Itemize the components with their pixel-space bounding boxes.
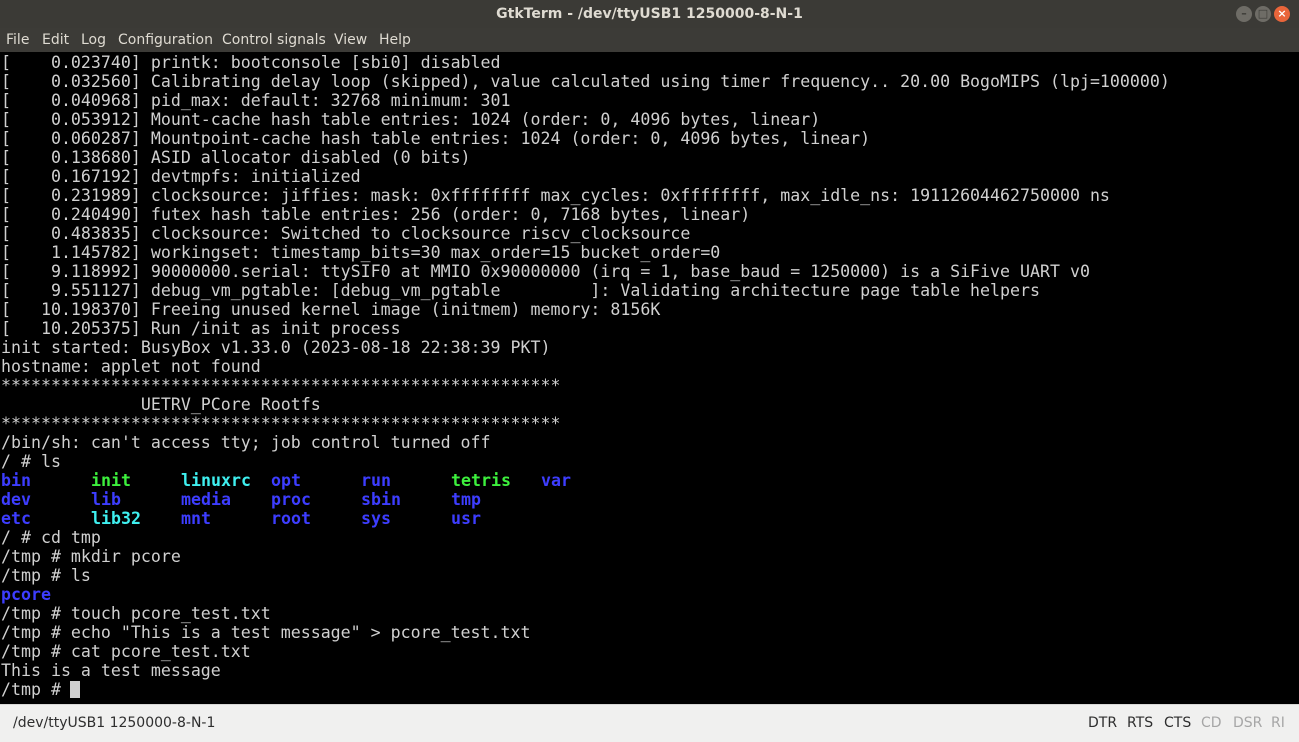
signal-rts: RTS	[1127, 715, 1154, 731]
signal-cd: CD	[1201, 715, 1222, 731]
ls-entry: etc	[1, 509, 31, 528]
ls-entry: bin	[1, 471, 31, 490]
menu-view[interactable]: View	[334, 32, 367, 48]
terminal-line: [ 10.198370] Freeing unused kernel image…	[1, 300, 661, 319]
ls-entry: run	[361, 471, 391, 490]
menu-bar: File Edit Log Configuration Control sign…	[0, 28, 1299, 52]
ls-entry: linuxrc	[181, 471, 251, 490]
window-controls: – □ ×	[1236, 6, 1290, 22]
terminal-line: [ 0.231989] clocksource: jiffies: mask: …	[1, 186, 1110, 205]
terminal-line: [ 1.145782] workingset: timestamp_bits=3…	[1, 243, 721, 262]
terminal-line: This is a test message	[1, 661, 221, 680]
terminal-line: ****************************************…	[1, 414, 561, 433]
terminal-prompt: /tmp #	[1, 680, 71, 699]
terminal-line: ****************************************…	[1, 376, 561, 395]
minimize-icon[interactable]: –	[1236, 6, 1252, 22]
terminal-line: [ 0.023740] printk: bootconsole [sbi0] d…	[1, 53, 501, 72]
menu-file[interactable]: File	[6, 32, 29, 48]
terminal-line: [ 0.138680] ASID allocator disabled (0 b…	[1, 148, 471, 167]
signal-ri: RI	[1271, 715, 1285, 731]
terminal-line: [ 0.040968] pid_max: default: 32768 mini…	[1, 91, 511, 110]
title-bar: GtkTerm - /dev/ttyUSB1 1250000-8-N-1 – □…	[0, 0, 1299, 28]
status-bar: /dev/ttyUSB1 1250000-8-N-1 DTR RTS CTS C…	[0, 704, 1299, 742]
ls-entry: usr	[451, 509, 481, 528]
window-title: GtkTerm - /dev/ttyUSB1 1250000-8-N-1	[496, 6, 803, 22]
port-settings: /dev/ttyUSB1 1250000-8-N-1	[13, 715, 216, 731]
signal-dsr: DSR	[1233, 715, 1263, 731]
ls-entry: tmp	[451, 490, 481, 509]
ls-entry: var	[541, 471, 571, 490]
cursor	[70, 681, 80, 698]
ls-entry: proc	[271, 490, 311, 509]
terminal-line: /bin/sh: can't access tty; job control t…	[1, 433, 491, 452]
ls-entry: media	[181, 490, 231, 509]
terminal-line: [ 0.053912] Mount-cache hash table entri…	[1, 110, 821, 129]
terminal-line: [ 0.167192] devtmpfs: initialized	[1, 167, 361, 186]
ls-entry: sys	[361, 509, 391, 528]
terminal-line: /tmp # cat pcore_test.txt	[1, 642, 251, 661]
ls-entry: mnt	[181, 509, 211, 528]
ls-entry: tetris	[451, 471, 511, 490]
close-icon[interactable]: ×	[1274, 6, 1290, 22]
terminal-line: init started: BusyBox v1.33.0 (2023-08-1…	[1, 338, 551, 357]
terminal-output[interactable]: [ 0.023740] printk: bootconsole [sbi0] d…	[0, 52, 1299, 704]
terminal-line: UETRV_PCore Rootfs	[1, 395, 321, 414]
terminal-line: [ 0.032560] Calibrating delay loop (skip…	[1, 72, 1170, 91]
menu-edit[interactable]: Edit	[42, 32, 69, 48]
ls-entry: pcore	[1, 585, 51, 604]
menu-configuration[interactable]: Configuration	[118, 32, 213, 48]
ls-entry: root	[271, 509, 311, 528]
terminal-line: [ 0.240490] futex hash table entries: 25…	[1, 205, 751, 224]
terminal-line: / # cd tmp	[1, 528, 101, 547]
maximize-icon[interactable]: □	[1255, 6, 1271, 22]
signal-cts: CTS	[1164, 715, 1192, 731]
menu-log[interactable]: Log	[81, 32, 106, 48]
menu-control-signals[interactable]: Control signals	[222, 32, 326, 48]
menu-help[interactable]: Help	[379, 32, 411, 48]
terminal-line: [ 0.483835] clocksource: Switched to clo…	[1, 224, 691, 243]
ls-entry: opt	[271, 471, 301, 490]
terminal-line: [ 10.205375] Run /init as init process	[1, 319, 401, 338]
terminal-line: / # ls	[1, 452, 61, 471]
terminal-line: /tmp # echo "This is a test message" > p…	[1, 623, 531, 642]
ls-entry: dev	[1, 490, 31, 509]
terminal-line: [ 0.060287] Mountpoint-cache hash table …	[1, 129, 871, 148]
ls-entry: init	[91, 471, 131, 490]
ls-entry: sbin	[361, 490, 401, 509]
ls-entry: lib32	[91, 509, 141, 528]
terminal-line: /tmp # touch pcore_test.txt	[1, 604, 271, 623]
terminal-line: [ 9.118992] 90000000.serial: ttySIF0 at …	[1, 262, 1090, 281]
terminal-line: [ 9.551127] debug_vm_pgtable: [debug_vm_…	[1, 281, 1040, 300]
terminal-line: hostname: applet not found	[1, 357, 261, 376]
terminal-line: /tmp # mkdir pcore	[1, 547, 181, 566]
ls-entry: lib	[91, 490, 121, 509]
terminal-line: /tmp # ls	[1, 566, 91, 585]
signal-dtr: DTR	[1088, 715, 1118, 731]
